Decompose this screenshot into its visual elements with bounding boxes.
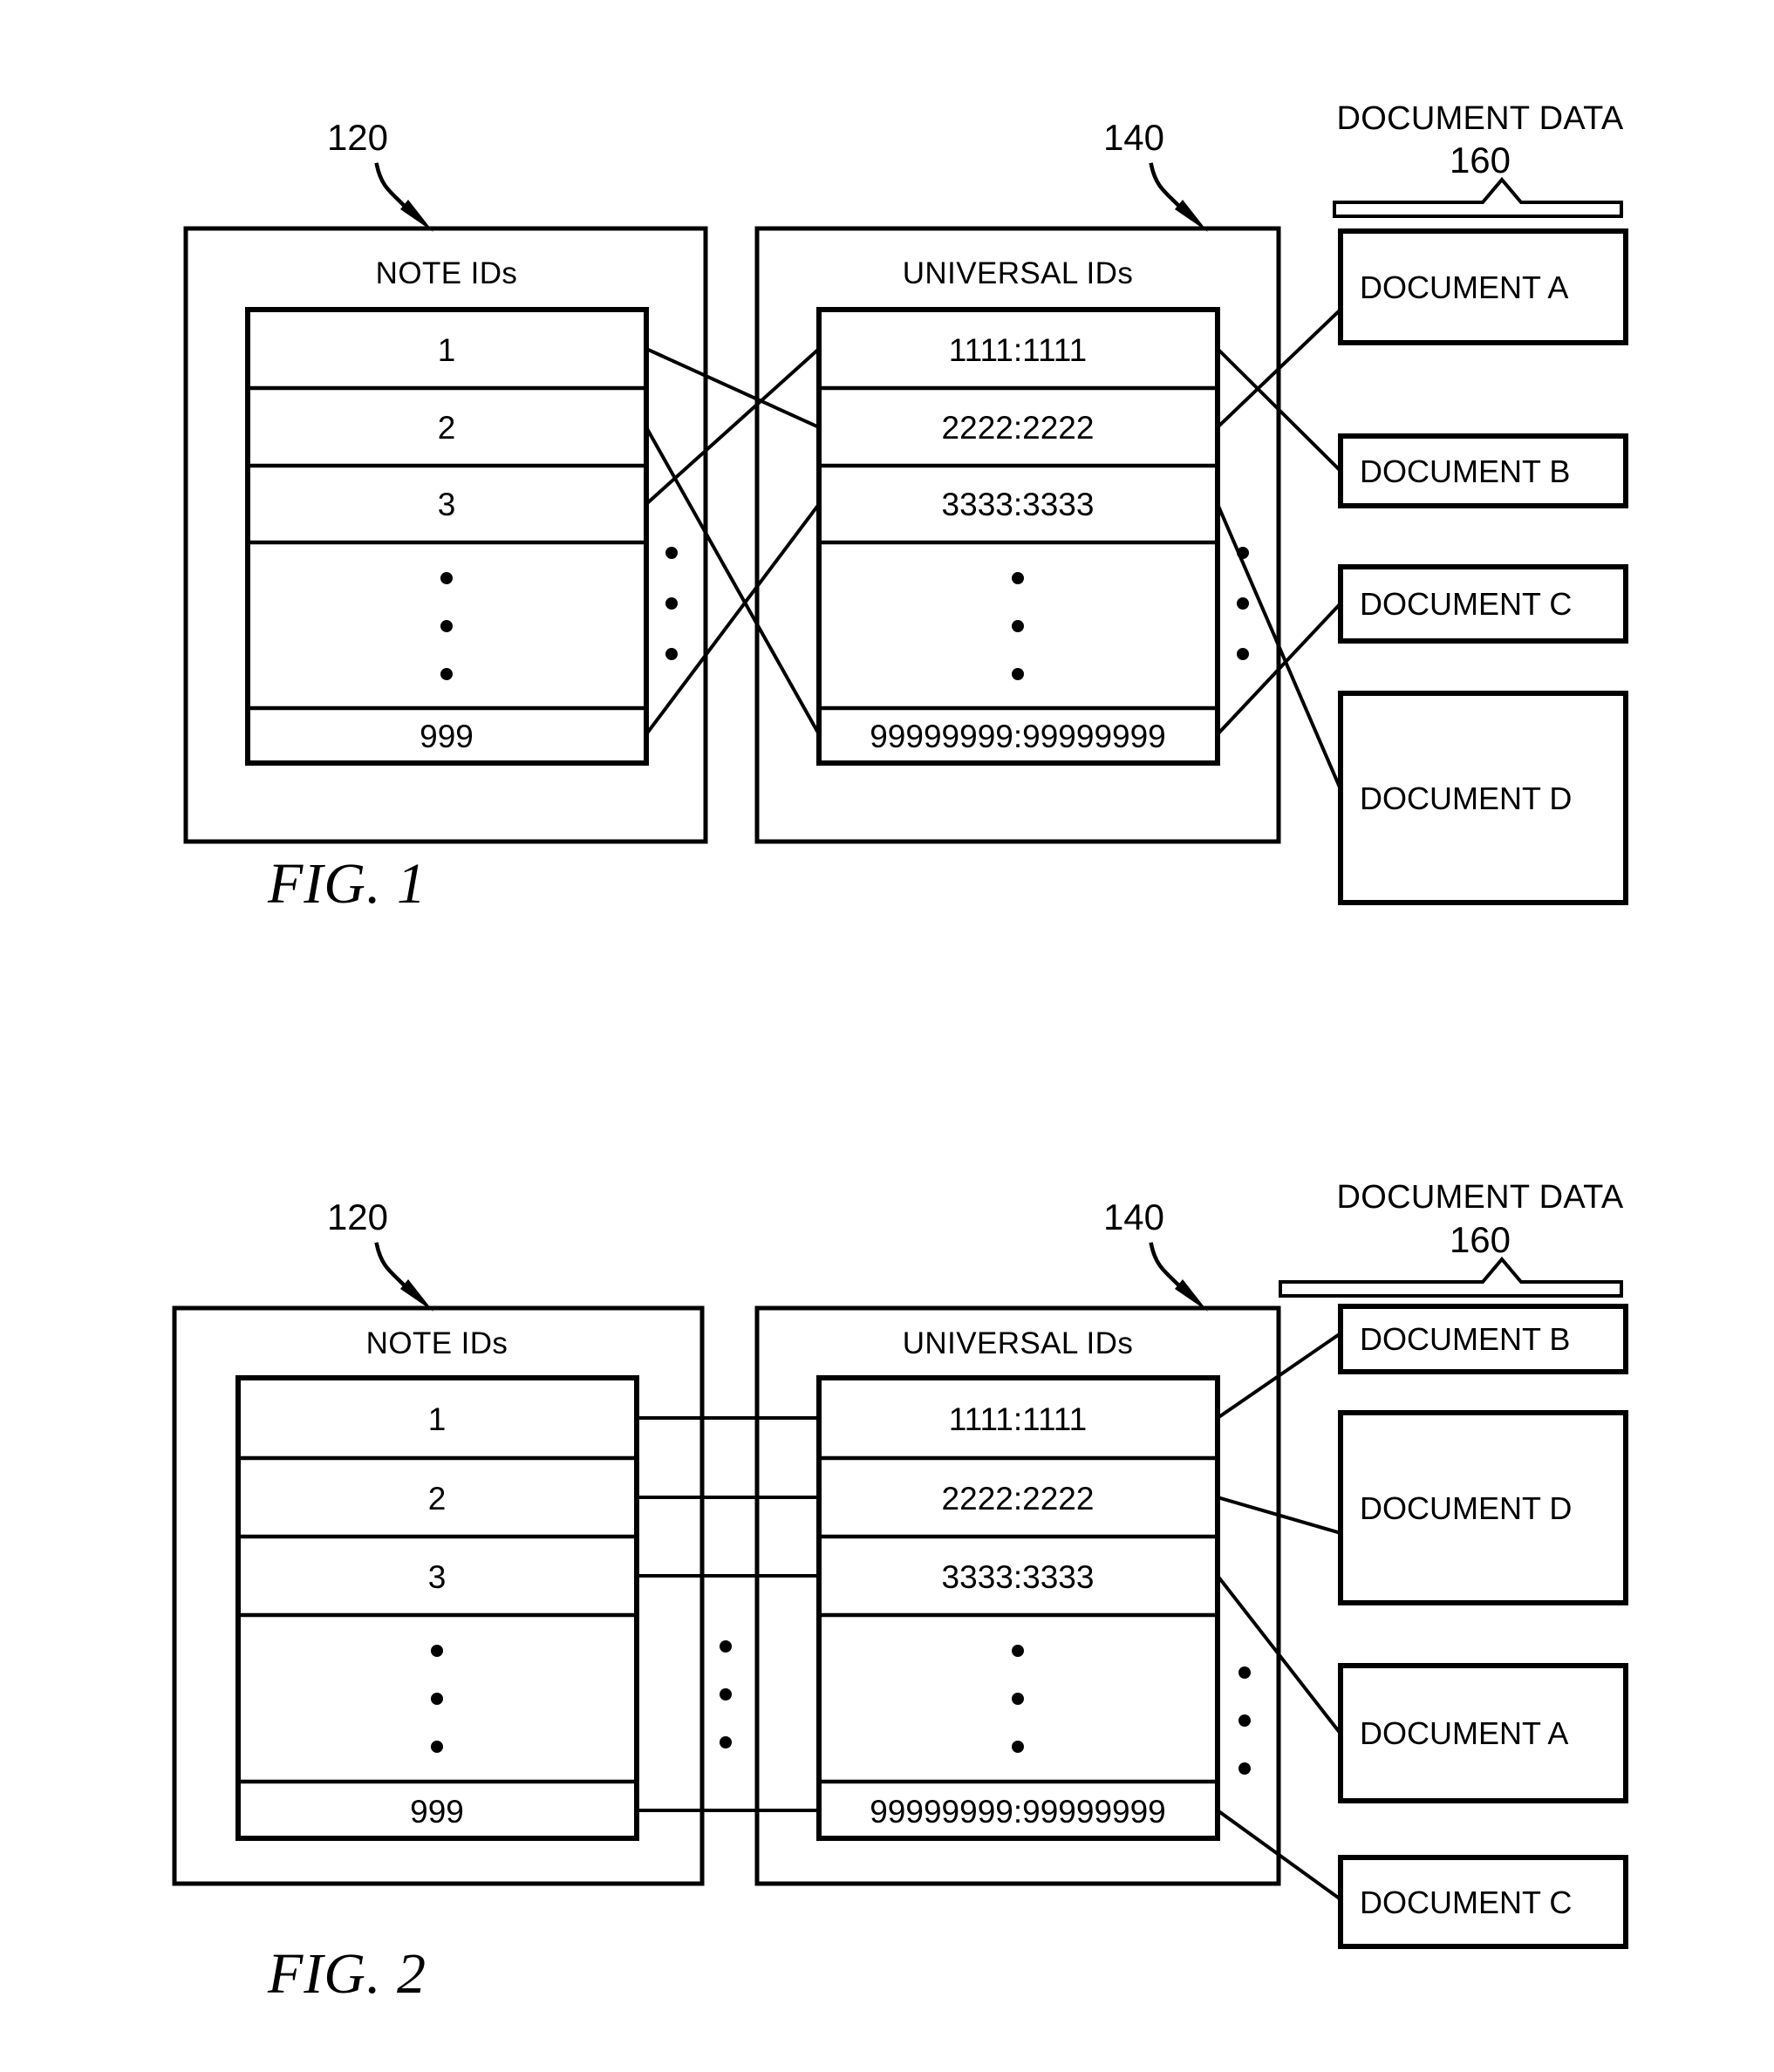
figure-1: 120 140 DOCUMENT DATA 160 NOTE IDs UNIVE… (183, 100, 1628, 916)
ellipsis-note-gap-fig1 (665, 547, 678, 660)
document-label-b-fig1: DOCUMENT B (1360, 453, 1570, 489)
document-label-d-fig1: DOCUMENT D (1360, 780, 1572, 816)
note-ids-table-fig1 (245, 307, 649, 766)
document-data-label-fig2: DOCUMENT DATA (1336, 1179, 1623, 1216)
document-boxes-fig2 (1338, 1304, 1628, 1949)
universal-id-cell-2-fig2: 2222:2222 (942, 1481, 1095, 1517)
figure-caption-1: FIG. 1 (267, 852, 426, 916)
note-id-cell-1-fig1: 1 (438, 332, 456, 368)
note-id-cell-999-fig1: 999 (420, 719, 474, 754)
drawing-canvas: 120 140 DOCUMENT DATA 160 NOTE IDs UNIVE… (172, 100, 1628, 2006)
document-label-a-fig2: DOCUMENT A (1360, 1715, 1568, 1751)
ref-120-leader-fig2 (374, 1242, 433, 1312)
note-ids-table-fig2 (235, 1375, 639, 1841)
universal-id-cell-ellipsis-fig2 (1012, 1645, 1024, 1753)
document-label-d-fig2: DOCUMENT D (1360, 1490, 1572, 1526)
note-id-cell-1-fig2: 1 (428, 1401, 447, 1437)
ref-number-120-fig1: 120 (327, 117, 388, 158)
universal-id-cell-3-fig2: 3333:3333 (942, 1559, 1095, 1595)
note-ids-header-fig2: NOTE IDs (366, 1326, 508, 1360)
figure-caption-2: FIG. 2 (267, 1942, 426, 2006)
universal-id-cell-999-fig1: 99999999:99999999 (870, 719, 1166, 754)
note-to-universal-connectors-fig2 (635, 1416, 821, 1812)
ellipsis-note-gap-fig2 (720, 1640, 732, 1748)
universal-id-cell-2-fig1: 2222:2222 (942, 410, 1095, 446)
document-data-brace-fig1 (1333, 176, 1623, 218)
figure-2: 120 140 DOCUMENT DATA 160 NOTE IDs UNIVE… (172, 1179, 1628, 2006)
document-data-brace-fig2 (1279, 1256, 1623, 1298)
patent-drawing-sheet: 120 140 DOCUMENT DATA 160 NOTE IDs UNIVE… (0, 0, 1774, 2072)
universal-id-cell-3-fig1: 3333:3333 (942, 487, 1095, 522)
ref-number-140-fig2: 140 (1103, 1196, 1164, 1237)
universal-ids-table-fig1 (816, 307, 1220, 766)
ref-120-leader-fig1 (374, 162, 433, 232)
note-id-cell-2-fig1: 2 (438, 410, 456, 446)
ref-number-120-fig2: 120 (327, 1196, 388, 1237)
note-id-cell-ellipsis-fig2 (431, 1645, 443, 1753)
ref-140-leader-fig1 (1149, 162, 1208, 232)
universal-id-cell-ellipsis-fig1 (1012, 572, 1024, 680)
ref-number-140-fig1: 140 (1103, 117, 1164, 158)
document-label-c-fig2: DOCUMENT C (1360, 1885, 1572, 1920)
document-label-b-fig2: DOCUMENT B (1360, 1321, 1570, 1357)
universal-id-cell-1-fig2: 1111:1111 (949, 1401, 1087, 1437)
note-id-cell-3-fig2: 3 (428, 1559, 447, 1595)
universal-ids-table-fig2 (816, 1375, 1220, 1841)
ref-number-160-fig1: 160 (1450, 140, 1511, 181)
universal-ids-header-fig1: UNIVERSAL IDs (903, 256, 1134, 290)
universal-ids-header-fig2: UNIVERSAL IDs (903, 1326, 1134, 1360)
note-id-cell-999-fig2: 999 (410, 1794, 464, 1830)
universal-id-cell-1-fig1: 1111:1111 (949, 332, 1087, 368)
document-label-a-fig1: DOCUMENT A (1360, 269, 1568, 305)
ref-140-leader-fig2 (1149, 1242, 1208, 1312)
note-ids-header-fig1: NOTE IDs (376, 256, 518, 290)
note-to-universal-connectors-fig1 (644, 346, 822, 737)
document-label-c-fig1: DOCUMENT C (1360, 586, 1572, 622)
ref-number-160-fig2: 160 (1450, 1219, 1511, 1260)
note-id-cell-3-fig1: 3 (438, 487, 456, 522)
note-id-cell-ellipsis-fig1 (440, 572, 453, 680)
document-data-label-fig1: DOCUMENT DATA (1336, 100, 1623, 137)
note-id-cell-2-fig2: 2 (428, 1481, 447, 1517)
universal-id-cell-999-fig2: 99999999:99999999 (870, 1794, 1166, 1830)
ellipsis-universal-gap-fig2 (1238, 1666, 1251, 1775)
